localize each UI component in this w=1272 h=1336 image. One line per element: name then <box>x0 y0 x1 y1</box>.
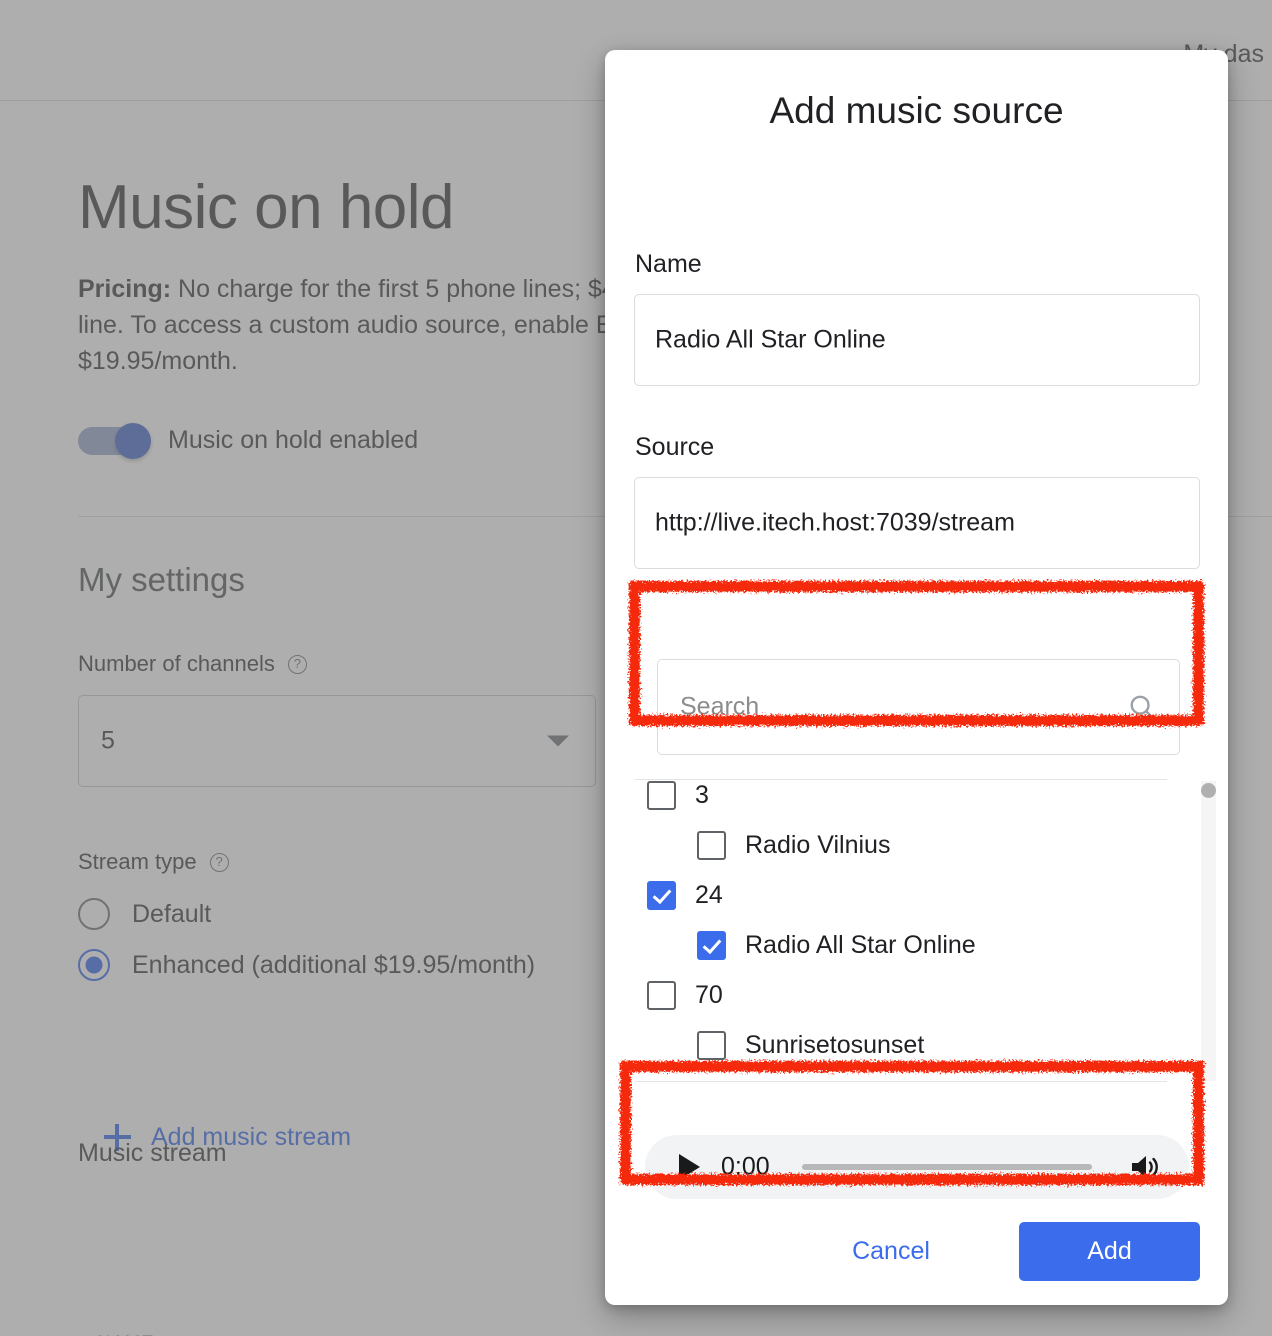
music-on-hold-toggle-row[interactable]: Music on hold enabled <box>78 422 419 459</box>
number-of-channels-label: Number of channels ? <box>78 651 307 677</box>
number-of-channels-value: 5 <box>101 726 115 755</box>
station-list[interactable]: 3 Radio Vilnius 24 Radio All Star Online 70 S… <box>635 779 1167 1082</box>
list-item[interactable]: Radio All Star Online <box>697 931 976 960</box>
list-item-label: 3 <box>695 781 709 809</box>
player-time: 0:00 <box>721 1152 770 1181</box>
name-field-label: Name <box>635 250 702 278</box>
search-icon[interactable] <box>1127 692 1157 722</box>
stream-type-label: Stream type ? <box>78 849 229 875</box>
radio-option-enhanced[interactable]: Enhanced (additional $19.95/month) <box>78 949 535 981</box>
list-item-label: Radio All Star Online <box>745 931 976 959</box>
list-item-label: 24 <box>695 881 723 909</box>
pricing-label: Pricing: <box>78 275 172 303</box>
audio-player[interactable]: 0:00 <box>645 1135 1189 1199</box>
list-item[interactable]: 24 <box>647 881 723 910</box>
list-scrollbar-track[interactable] <box>1201 781 1216 1081</box>
list-item[interactable]: 70 <box>647 981 723 1010</box>
play-icon[interactable] <box>679 1154 700 1180</box>
chevron-down-icon <box>547 735 569 747</box>
search-input[interactable]: Search <box>657 659 1180 755</box>
list-item[interactable]: Sunrisetosunset <box>697 1031 924 1060</box>
number-of-channels-select[interactable]: 5 <box>78 695 596 787</box>
page-title: Music on hold <box>78 172 455 242</box>
radio-default-label: Default <box>132 899 212 928</box>
source-input[interactable]: http://live.itech.host:7039/stream <box>634 477 1200 569</box>
music-on-hold-toggle[interactable] <box>78 422 151 459</box>
dialog-title: Add music source <box>769 90 1064 131</box>
radio-default-input[interactable] <box>78 898 110 930</box>
radio-enhanced-input[interactable] <box>78 949 110 981</box>
help-icon[interactable]: ? <box>209 852 229 872</box>
list-item-checkbox[interactable] <box>697 931 726 960</box>
list-item-label: Sunrisetosunset <box>745 1031 925 1059</box>
add-music-source-dialog: Add music source Name Radio All Star Onl… <box>605 50 1228 1305</box>
list-item[interactable]: Radio Vilnius <box>697 831 890 860</box>
name-input-value: Radio All Star Online <box>655 325 886 354</box>
list-item-label: Radio Vilnius <box>745 831 891 859</box>
list-item-checkbox[interactable] <box>647 881 676 910</box>
music-on-hold-toggle-label: Music on hold enabled <box>168 426 419 454</box>
list-item-checkbox[interactable] <box>647 981 676 1010</box>
radio-enhanced-label: Enhanced (additional $19.95/month) <box>132 950 536 979</box>
source-input-value: http://live.itech.host:7039/stream <box>655 508 1015 537</box>
search-placeholder: Search <box>680 692 760 721</box>
toggle-knob <box>115 422 151 459</box>
name-input[interactable]: Radio All Star Online <box>634 294 1200 386</box>
number-of-channels-label-text: Number of channels <box>78 651 275 676</box>
help-icon[interactable]: ? <box>287 654 307 674</box>
stream-type-label-text: Stream type <box>78 849 197 874</box>
source-field-label: Source <box>635 433 715 461</box>
list-item-checkbox[interactable] <box>647 781 676 810</box>
list-item-checkbox[interactable] <box>697 1031 726 1060</box>
list-scrollbar-thumb[interactable] <box>1201 783 1216 798</box>
pricing-line-1: No charge for the first 5 phone lines; $… <box>171 275 623 303</box>
player-progress-bar[interactable] <box>802 1164 1092 1170</box>
volume-icon[interactable] <box>1129 1153 1161 1181</box>
list-item-label: 70 <box>695 981 723 1009</box>
list-item-checkbox[interactable] <box>697 831 726 860</box>
list-item[interactable]: 3 <box>647 781 709 810</box>
cancel-button[interactable]: Cancel <box>826 1226 956 1276</box>
add-button[interactable]: Add <box>1019 1222 1200 1281</box>
music-stream-heading: Music stream <box>78 1139 227 1167</box>
my-settings-heading: My settings <box>78 561 245 598</box>
radio-option-default[interactable]: Default <box>78 898 211 930</box>
